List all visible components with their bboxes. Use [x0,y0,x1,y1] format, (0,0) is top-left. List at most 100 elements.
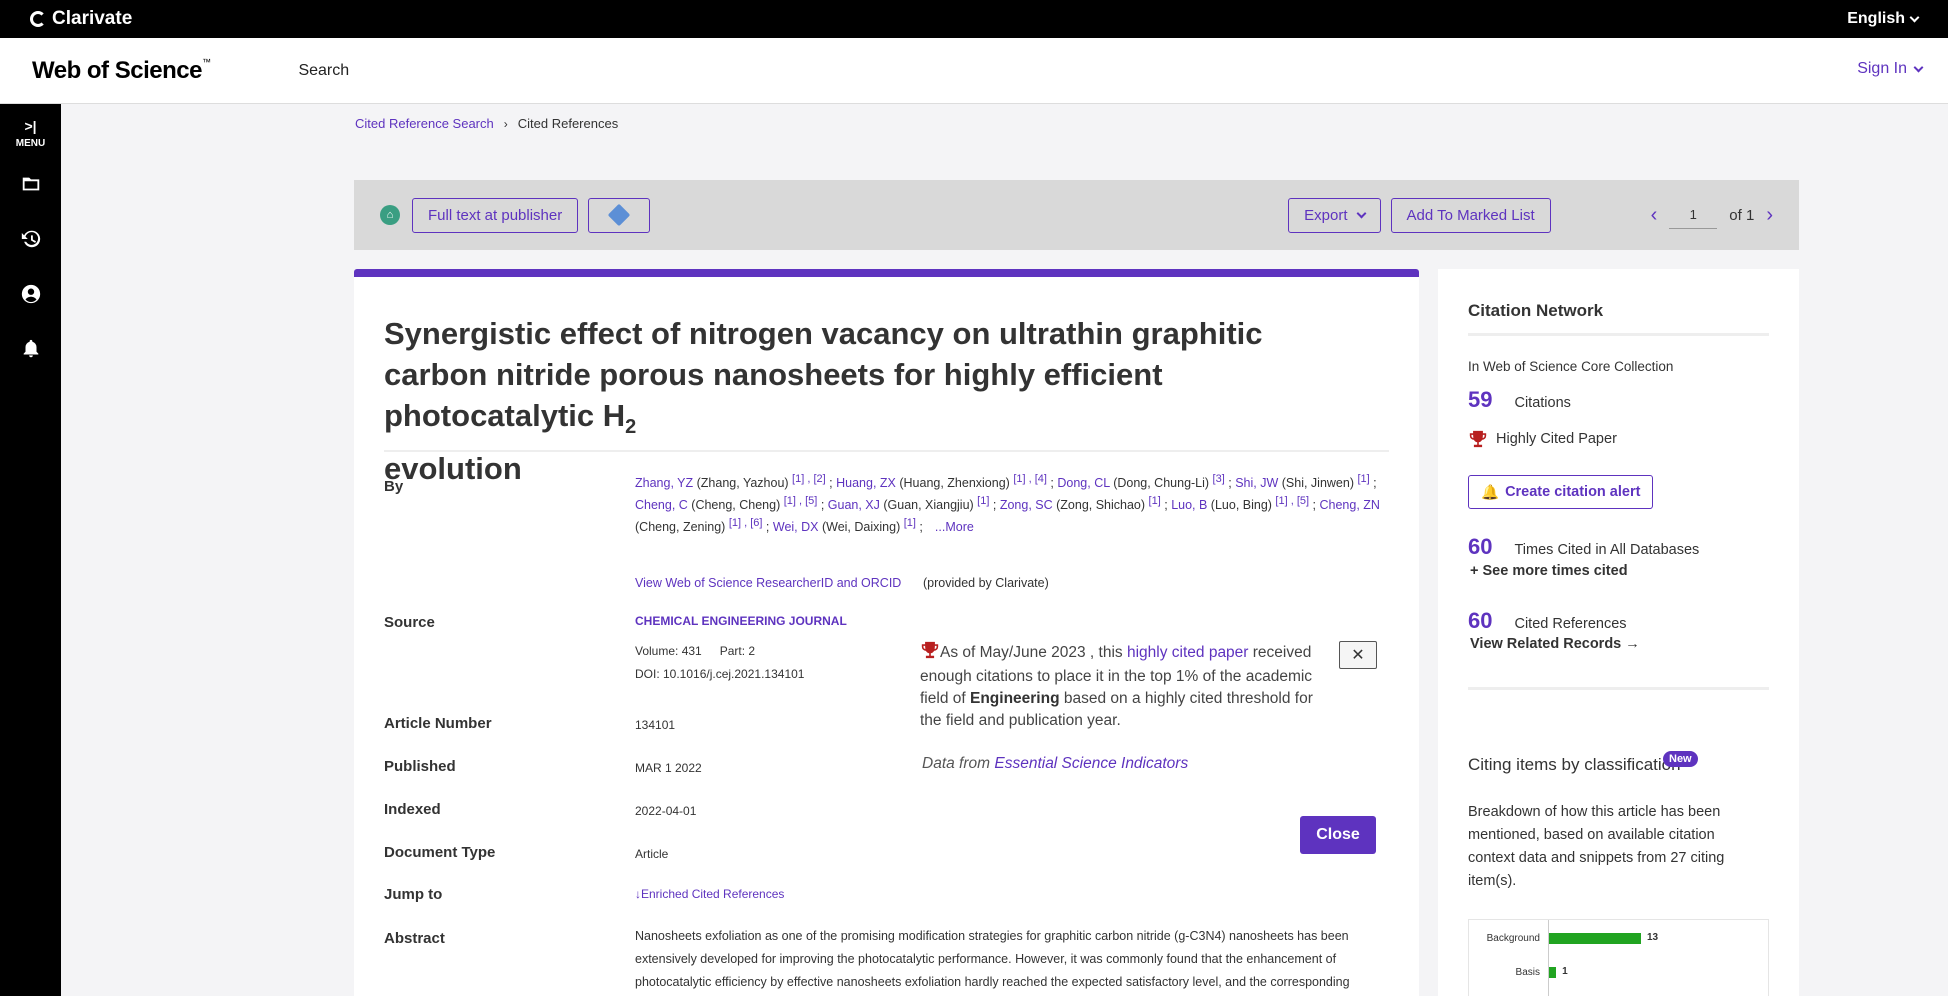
more-authors-link[interactable]: ...More [935,520,974,534]
author-affiliation-ref[interactable]: [1] [904,517,916,529]
author-affiliation-ref[interactable]: [1] , [4] [1013,473,1047,485]
cited-references-count: 60 [1468,608,1493,633]
author-full-name: (Zhang, Yazhou) [693,476,793,490]
chevron-right-icon[interactable]: › [1766,204,1773,227]
author-link[interactable]: Luo, B [1171,498,1207,512]
citation-network-panel: Citation Network In Web of Science Core … [1438,269,1799,996]
citations-metric[interactable]: 59 Citations [1468,387,1571,413]
author-link[interactable]: Zhang, YZ [635,476,693,490]
article-number: 134101 [635,718,676,732]
record-title: Synergistic effect of nitrogen vacancy o… [384,316,1263,487]
folder-icon[interactable] [20,173,42,195]
chart-bar-row: Background 13 [1469,932,1770,946]
left-rail: >| MENU [0,104,61,996]
language-label: English [1847,10,1905,27]
author-link[interactable]: Dong, CL [1057,476,1109,490]
chevron-left-icon[interactable]: ‹ [1651,204,1658,227]
researcher-id-link[interactable]: View Web of Science ResearcherID and ORC… [635,576,901,590]
label-by: By [384,478,404,495]
menu-label: MENU [15,138,46,149]
abstract-text: Nanosheets exfoliation as one of the pro… [635,929,1350,989]
menu-expand-button[interactable]: >| MENU [16,118,45,149]
chart-bar[interactable] [1549,933,1641,944]
view-related-records-link[interactable]: View Related Records → [1470,636,1640,652]
chart-category-label: Background [1486,933,1540,944]
export-button[interactable]: Export [1288,197,1381,233]
author-full-name: (Cheng, Cheng) [687,498,784,512]
author-link[interactable]: Wei, DX [773,520,819,534]
published-date: MAR 1 2022 [635,761,702,775]
cited-references-metric[interactable]: 60 Cited References [1468,608,1627,634]
author-link[interactable]: Huang, ZX [836,476,896,490]
account-icon[interactable] [20,283,42,305]
open-access-icon: ⌂ [380,205,400,225]
core-collection-label: In Web of Science Core Collection [1468,359,1674,374]
bell-icon[interactable] [20,338,42,360]
highly-cited-source: Data from Essential Science Indicators [922,755,1189,772]
divider [1468,333,1769,336]
label-abstract: Abstract [384,930,445,947]
divider [384,450,1389,452]
author-link[interactable]: Zong, SC [1000,498,1053,512]
jump-enriched-cited-references[interactable]: ↓Enriched Cited References [635,887,784,901]
author-affiliation-ref[interactable]: [3] [1213,473,1225,485]
chart-bar-row: Basis 1 [1469,966,1770,980]
author-affiliation-ref[interactable]: [1] [1149,495,1161,507]
chart-bar[interactable] [1549,967,1557,978]
create-citation-alert-button[interactable]: 🔔 Create citation alert [1468,475,1654,509]
label-article-number: Article Number [384,715,492,732]
author-link[interactable]: Cheng, C [635,498,688,512]
author-full-name: (Cheng, Zening) [635,520,729,534]
label-source: Source [384,614,435,631]
diamond-icon [607,203,631,227]
author-link[interactable]: Cheng, ZN [1319,498,1379,512]
author-full-name: (Shi, Jinwen) [1278,476,1358,490]
citation-network-title: Citation Network [1468,301,1604,320]
clarivate-wordmark: Clarivate [52,8,133,29]
author-full-name: (Wei, Daixing) [818,520,904,534]
sign-in-menu[interactable]: Sign In [1857,60,1924,78]
esi-link[interactable]: Essential Science Indicators [994,755,1188,772]
trophy-icon [920,641,940,666]
pager: ‹ of 1 › [1651,201,1773,229]
divider [1468,687,1769,690]
author-full-name: (Luo, Bing) [1207,498,1276,512]
page-input[interactable] [1669,201,1718,229]
times-cited-label: Times Cited in All Databases [1514,542,1700,558]
chart-category-label: Basis [1515,967,1540,978]
authors-list: Zhang, YZ (Zhang, Yazhou) [1] , [2] ; Hu… [635,472,1380,534]
author-affiliation-ref[interactable]: [1] , [5] [784,495,818,507]
full-text-button[interactable]: Full text at publisher [412,197,579,233]
breadcrumb: Cited Reference Search › Cited Reference… [355,116,618,131]
web-of-science-logo[interactable]: Web of Science™ [32,57,211,85]
close-icon[interactable]: ✕ [1339,641,1377,669]
journal-link[interactable]: CHEMICAL ENGINEERING JOURNAL [635,614,847,628]
author-affiliation-ref[interactable]: [1] , [2] [792,473,826,485]
close-button[interactable]: Close [1300,816,1376,854]
breadcrumb-separator: › [503,116,508,131]
export-label: Export [1304,206,1348,224]
history-icon[interactable] [20,228,42,250]
header-search-link[interactable]: Search [298,62,349,80]
classification-chart: Background 13 Basis 1 [1468,919,1769,996]
clarivate-logo[interactable]: Clarivate [30,8,132,30]
author-affiliation-ref[interactable]: [1] , [6] [729,517,763,529]
add-to-marked-list-button[interactable]: Add To Marked List [1390,197,1551,233]
author-link[interactable]: Shi, JW [1235,476,1278,490]
label-indexed: Indexed [384,801,441,818]
see-more-times-cited-link[interactable]: + See more times cited [1470,563,1628,579]
breadcrumb-cited-reference-search[interactable]: Cited Reference Search [355,116,494,131]
viewer-button[interactable] [588,197,651,233]
label-published: Published [384,758,456,775]
author-full-name: (Dong, Chung-Li) [1109,476,1213,490]
chevron-down-icon [1913,62,1924,72]
author-link[interactable]: Guan, XJ [828,498,880,512]
times-cited-metric[interactable]: 60 Times Cited in All Databases [1468,534,1699,560]
app-header: Web of Science™ Search Sign In [0,38,1948,104]
author-affiliation-ref[interactable]: [1] [1357,473,1369,485]
sign-in-label: Sign In [1857,60,1907,77]
author-affiliation-ref[interactable]: [1] [977,495,989,507]
language-selector[interactable]: English [1847,10,1920,28]
highly-cited-paper-link[interactable]: highly cited paper [1127,644,1249,661]
author-affiliation-ref[interactable]: [1] , [5] [1275,495,1309,507]
